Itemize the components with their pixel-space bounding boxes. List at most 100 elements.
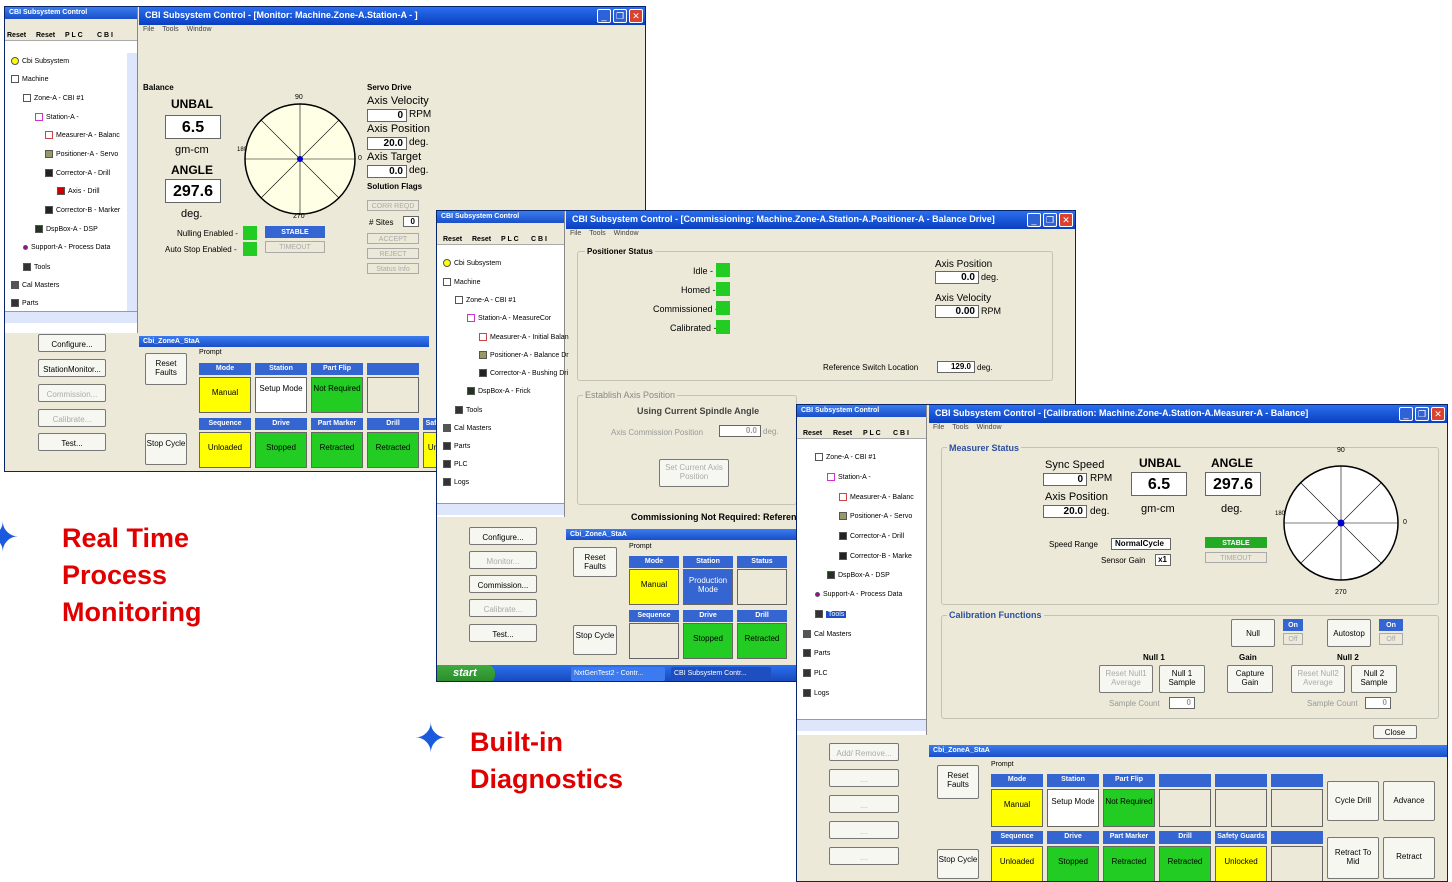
- side-button[interactable]: ...: [829, 847, 899, 865]
- tree-item[interactable]: Zone-A - CBI #1: [455, 296, 516, 304]
- close-icon[interactable]: ✕: [1059, 213, 1073, 227]
- tree-item[interactable]: Cal Masters: [11, 281, 59, 289]
- null-off-toggle[interactable]: Off: [1283, 633, 1303, 645]
- drive-cell[interactable]: Stopped: [683, 623, 733, 659]
- blank-cell[interactable]: [367, 377, 419, 413]
- null-on-toggle[interactable]: On: [1283, 619, 1303, 631]
- tree-item[interactable]: PLC: [803, 669, 828, 677]
- tree-item[interactable]: Tools: [455, 406, 482, 414]
- close-icon[interactable]: ✕: [629, 9, 643, 23]
- station-cell[interactable]: Setup Mode: [1047, 789, 1099, 827]
- mode-cell[interactable]: Manual: [629, 569, 679, 605]
- reject-button[interactable]: REJECT: [367, 248, 419, 259]
- reset-null2-button[interactable]: Reset Null2 Average: [1291, 665, 1345, 693]
- close-icon[interactable]: ✕: [1431, 407, 1445, 421]
- vertical-scrollbar[interactable]: [127, 53, 137, 311]
- tree-item[interactable]: Corrector-A - Drill: [839, 532, 904, 540]
- mode-cell[interactable]: Manual: [199, 377, 251, 413]
- side-button[interactable]: ...: [829, 821, 899, 839]
- reset-button[interactable]: Reset: [443, 236, 462, 243]
- accept-button[interactable]: ACCEPT: [367, 233, 419, 244]
- cbi-button[interactable]: C B I: [531, 236, 547, 243]
- commission-button[interactable]: Commission...: [38, 384, 106, 402]
- station-cell[interactable]: Setup Mode: [255, 377, 307, 413]
- calibrate-button[interactable]: Calibrate...: [469, 599, 537, 617]
- taskbar-item[interactable]: CBI Subsystem Contr...: [671, 667, 771, 681]
- autostop-button[interactable]: Autostop: [1327, 619, 1371, 647]
- configure-button[interactable]: Configure...: [38, 334, 106, 352]
- tree-item[interactable]: Parts: [11, 299, 38, 307]
- reset-all-button[interactable]: Reset: [833, 430, 852, 437]
- part-flip-cell[interactable]: Not Required: [1103, 789, 1155, 827]
- part-marker-cell[interactable]: Retracted: [311, 432, 363, 468]
- horizontal-scrollbar[interactable]: [5, 311, 137, 323]
- start-button[interactable]: start: [437, 665, 495, 681]
- tree-item[interactable]: Measurer-A - Balanc: [45, 131, 120, 139]
- menu-window[interactable]: Window: [614, 230, 639, 237]
- cycle-drill-button[interactable]: Cycle Drill: [1327, 781, 1379, 821]
- menu-file[interactable]: File: [570, 230, 581, 237]
- menu-window[interactable]: Window: [977, 424, 1002, 431]
- station-monitor-button[interactable]: StationMonitor...: [38, 359, 106, 377]
- horizontal-scrollbar[interactable]: [437, 503, 564, 515]
- tree-item[interactable]: Logs: [803, 689, 829, 697]
- tree-item[interactable]: Corrector-B - Marke: [839, 552, 912, 560]
- tree-item[interactable]: DspBox-A - DSP: [827, 571, 890, 579]
- null2-sample-button[interactable]: Null 2 Sample: [1351, 665, 1397, 693]
- status-info-button[interactable]: Status Info: [367, 263, 419, 274]
- tree-item[interactable]: Cal Masters: [803, 630, 851, 638]
- tree-item[interactable]: Station-A -: [35, 113, 79, 121]
- tree-item[interactable]: Parts: [803, 649, 830, 657]
- safety-guards-cell[interactable]: Unlocked: [1215, 846, 1267, 881]
- reset-all-button[interactable]: Reset: [472, 236, 491, 243]
- advance-button[interactable]: Advance: [1383, 781, 1435, 821]
- tree-item[interactable]: Axis - Drill: [57, 187, 100, 195]
- reset-faults-button[interactable]: Reset Faults: [145, 353, 187, 385]
- autostop-on-toggle[interactable]: On: [1379, 619, 1403, 631]
- tree-item[interactable]: Station-A -: [827, 473, 871, 481]
- tree-item[interactable]: Zone-A - CBI #1: [23, 94, 84, 102]
- sequence-cell[interactable]: [629, 623, 679, 659]
- retract-button[interactable]: Retract: [1383, 837, 1435, 879]
- horizontal-scrollbar[interactable]: [797, 719, 926, 731]
- side-button[interactable]: ...: [829, 769, 899, 787]
- plc-button[interactable]: P L C: [501, 236, 519, 243]
- menu-window[interactable]: Window: [187, 26, 212, 33]
- plc-button[interactable]: P L C: [65, 32, 83, 39]
- drill-cell[interactable]: Retracted: [367, 432, 419, 468]
- plc-button[interactable]: P L C: [863, 430, 881, 437]
- part-flip-cell[interactable]: Not Required: [311, 377, 363, 413]
- retract-to-mid-button[interactable]: Retract To Mid: [1327, 837, 1379, 879]
- capture-gain-button[interactable]: Capture Gain: [1227, 665, 1273, 693]
- blank-cell[interactable]: [1271, 846, 1323, 881]
- reset-button[interactable]: Reset: [7, 32, 26, 39]
- tree-item[interactable]: Cbi Subsystem: [11, 57, 69, 65]
- stop-cycle-button[interactable]: Stop Cycle: [937, 849, 979, 879]
- tree-item[interactable]: Tools: [815, 610, 847, 618]
- configure-button[interactable]: Configure...: [469, 527, 537, 545]
- tree-item[interactable]: DspBox-A - Frick: [467, 387, 531, 395]
- maximize-icon[interactable]: ❐: [613, 9, 627, 23]
- part-marker-cell[interactable]: Retracted: [1103, 846, 1155, 881]
- tree-item[interactable]: Machine: [11, 75, 48, 83]
- test-button[interactable]: Test...: [38, 433, 106, 451]
- null1-sample-button[interactable]: Null 1 Sample: [1159, 665, 1205, 693]
- menu-tools[interactable]: Tools: [589, 230, 605, 237]
- cbi-button[interactable]: C B I: [97, 32, 113, 39]
- blank-cell[interactable]: [1215, 789, 1267, 827]
- maximize-icon[interactable]: ❐: [1415, 407, 1429, 421]
- side-button[interactable]: ...: [829, 795, 899, 813]
- close-button[interactable]: Close: [1373, 725, 1417, 739]
- tree-item[interactable]: Positioner-A - Balance Dr: [479, 351, 569, 359]
- menu-tools[interactable]: Tools: [952, 424, 968, 431]
- maximize-icon[interactable]: ❐: [1043, 213, 1057, 227]
- reset-faults-button[interactable]: Reset Faults: [573, 547, 617, 577]
- sequence-cell[interactable]: Unloaded: [199, 432, 251, 468]
- drill-cell[interactable]: Retracted: [1159, 846, 1211, 881]
- drive-cell[interactable]: Stopped: [1047, 846, 1099, 881]
- tree-item[interactable]: Zone-A - CBI #1: [815, 453, 876, 461]
- tree-item[interactable]: Tools: [23, 263, 50, 271]
- tree-item[interactable]: Positioner-A - Servo: [839, 512, 912, 520]
- stop-cycle-button[interactable]: Stop Cycle: [573, 625, 617, 655]
- taskbar-item[interactable]: NxtGenTest2 - Contr...: [571, 667, 665, 681]
